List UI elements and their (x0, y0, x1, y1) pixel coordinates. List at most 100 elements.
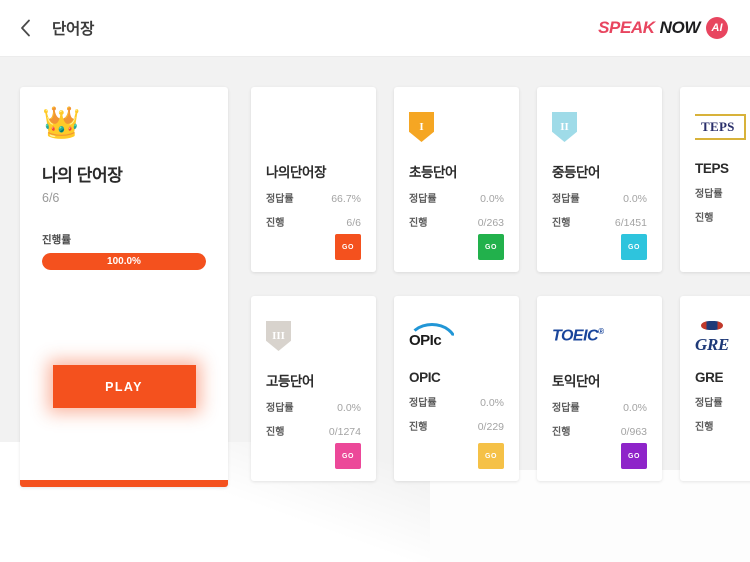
opic-arc-icon (407, 323, 457, 343)
stat-value: 0/229 (477, 421, 504, 433)
card-title: 초등단어 (409, 165, 458, 180)
stat-value: 6/1451 (614, 217, 647, 229)
stat-value: 0.0% (623, 193, 647, 205)
stat-value: 0/1274 (328, 426, 361, 438)
progress-bar-fill: 100.0% (42, 253, 206, 270)
stat-value: 0.0% (480, 397, 504, 409)
wordbook-card-gre[interactable]: GRE GRE 정답률진행 (680, 296, 750, 481)
stat-row-progress: 진행 0/229 (409, 418, 504, 433)
stat-row-accuracy: 정답률 0.0% (266, 399, 361, 414)
stat-label: 정답률 (266, 403, 294, 414)
stat-row-progress: 진행 (695, 418, 750, 433)
gre-logo: GRE (695, 320, 729, 353)
card-logo: I (409, 105, 504, 149)
card-logo: III (266, 314, 361, 358)
brand-speak-text: SPEAK (598, 18, 655, 37)
stat-row-progress: 진행 6/6 (266, 214, 361, 229)
main-content: 👑 나의 단어장 6/6 진행률 100.0% PLAY 나의단어장 정답률 66.… (0, 57, 750, 562)
wordbook-card-opic[interactable]: OPIc OPIC 정답률 0.0% 진행 0/229 GO (394, 296, 519, 481)
back-button[interactable] (20, 13, 42, 43)
go-button[interactable]: GO (621, 234, 647, 260)
stat-label: 진행 (266, 427, 285, 438)
stat-label: 정답률 (695, 398, 723, 409)
stat-row-accuracy: 정답률 0.0% (409, 394, 504, 409)
go-button[interactable]: GO (478, 234, 504, 260)
shield-level-1-icon: I (409, 112, 434, 142)
go-button[interactable]: GO (621, 443, 647, 469)
brand-ai-badge: AI (706, 17, 728, 39)
wordbook-card-toeic[interactable]: TOEIC® 토익단어정답률 0.0% 진행 0/963 GO (537, 296, 662, 481)
wordbook-card-elementary[interactable]: I 초등단어정답률 0.0% 진행 0/263 GO (394, 87, 519, 272)
brand-now-text: NOW (659, 18, 701, 37)
stat-row-progress: 진행 0/963 (552, 423, 647, 438)
stat-row-accuracy: 정답률 (695, 394, 750, 409)
stat-label: 정답률 (409, 398, 437, 409)
app-header: 단어장 SPEAK NOW AI (0, 0, 750, 57)
card-title: GRE (695, 370, 724, 385)
wordbook-card-my-wordbook[interactable]: 나의단어장 정답률 66.7% 진행 6/6 GO (251, 87, 376, 272)
stat-label: 진행 (409, 422, 428, 433)
card-logo: GRE (695, 314, 750, 358)
chevron-left-icon (20, 19, 31, 37)
stat-label: 진행 (552, 218, 571, 229)
card-logo: TOEIC® (552, 314, 647, 358)
stat-label: 진행 (552, 427, 571, 438)
opic-logo: OPIc (407, 323, 457, 349)
stat-value: 6/6 (346, 217, 361, 229)
go-button[interactable]: GO (335, 443, 361, 469)
card-logo: TEPS (695, 105, 750, 149)
card-title: TEPS (695, 161, 729, 176)
ets-mark-icon (701, 320, 724, 330)
card-title: OPIC (409, 370, 441, 385)
card-logo (266, 105, 361, 149)
stat-row-accuracy: 정답률 66.7% (266, 190, 361, 205)
wordbook-card-teps[interactable]: TEPS TEPS 정답률진행 (680, 87, 750, 272)
wordbook-card-grid: 나의단어장 정답률 66.7% 진행 6/6 GO I 초등단어 정답률 0.0% 진행 0/263 G… (251, 87, 750, 562)
teps-logo: TEPS (695, 114, 746, 140)
brand-logo: SPEAK NOW AI (598, 17, 728, 39)
gre-logo-text: GRE (695, 334, 730, 354)
shield-level-2-icon: II (552, 112, 577, 142)
wordbook-card-middle-school[interactable]: II 중등단어정답률 0.0% 진행 6/1451 GO (537, 87, 662, 272)
progress-bar-track: 100.0% (42, 253, 206, 270)
featured-title: 나의 단어장 (42, 166, 123, 185)
shield-level-3-icon: III (266, 321, 291, 351)
stat-row-progress: 진행 6/1451 (552, 214, 647, 229)
wordbook-card-high-school[interactable]: III 고등단어정답률 0.0% 진행 0/1274 GO (251, 296, 376, 481)
featured-wordbook-card[interactable]: 👑 나의 단어장 6/6 진행률 100.0% PLAY (20, 87, 228, 487)
stat-row-accuracy: 정답률 (695, 185, 750, 200)
stat-label: 정답률 (266, 194, 294, 205)
stat-value: 0/963 (620, 426, 647, 438)
go-button[interactable]: GO (478, 443, 504, 469)
stat-label: 정답률 (552, 403, 580, 414)
card-logo: II (552, 105, 647, 149)
stat-row-accuracy: 정답률 0.0% (552, 399, 647, 414)
stat-row-progress: 진행 0/263 (409, 214, 504, 229)
stat-row-accuracy: 정답률 0.0% (409, 190, 504, 205)
play-button[interactable]: PLAY (52, 365, 196, 408)
stat-value: 66.7% (331, 193, 361, 205)
card-title: 중등단어 (552, 165, 601, 180)
card-title: 토익단어 (552, 374, 601, 389)
stat-label: 진행 (695, 213, 714, 224)
stat-row-progress: 진행 0/1274 (266, 423, 361, 438)
stat-label: 정답률 (695, 189, 723, 200)
toeic-logo: TOEIC® (552, 326, 604, 345)
featured-count: 6/6 (42, 191, 60, 205)
stat-label: 진행 (409, 218, 428, 229)
crown-icon: 👑 (42, 105, 81, 140)
go-button[interactable]: GO (335, 234, 361, 260)
stat-value: 0.0% (337, 402, 361, 414)
stat-row-progress: 진행 (695, 209, 750, 224)
stat-label: 진행 (695, 422, 714, 433)
stat-value: 0.0% (623, 402, 647, 414)
stat-label: 정답률 (409, 194, 437, 205)
card-logo: OPIc (407, 314, 504, 358)
stat-label: 진행 (266, 218, 285, 229)
stat-label: 정답률 (552, 194, 580, 205)
page-title: 단어장 (52, 21, 95, 38)
play-button-container: PLAY (42, 365, 206, 408)
card-title: 고등단어 (266, 374, 315, 389)
stat-value: 0/263 (477, 217, 504, 229)
stat-value: 0.0% (480, 193, 504, 205)
